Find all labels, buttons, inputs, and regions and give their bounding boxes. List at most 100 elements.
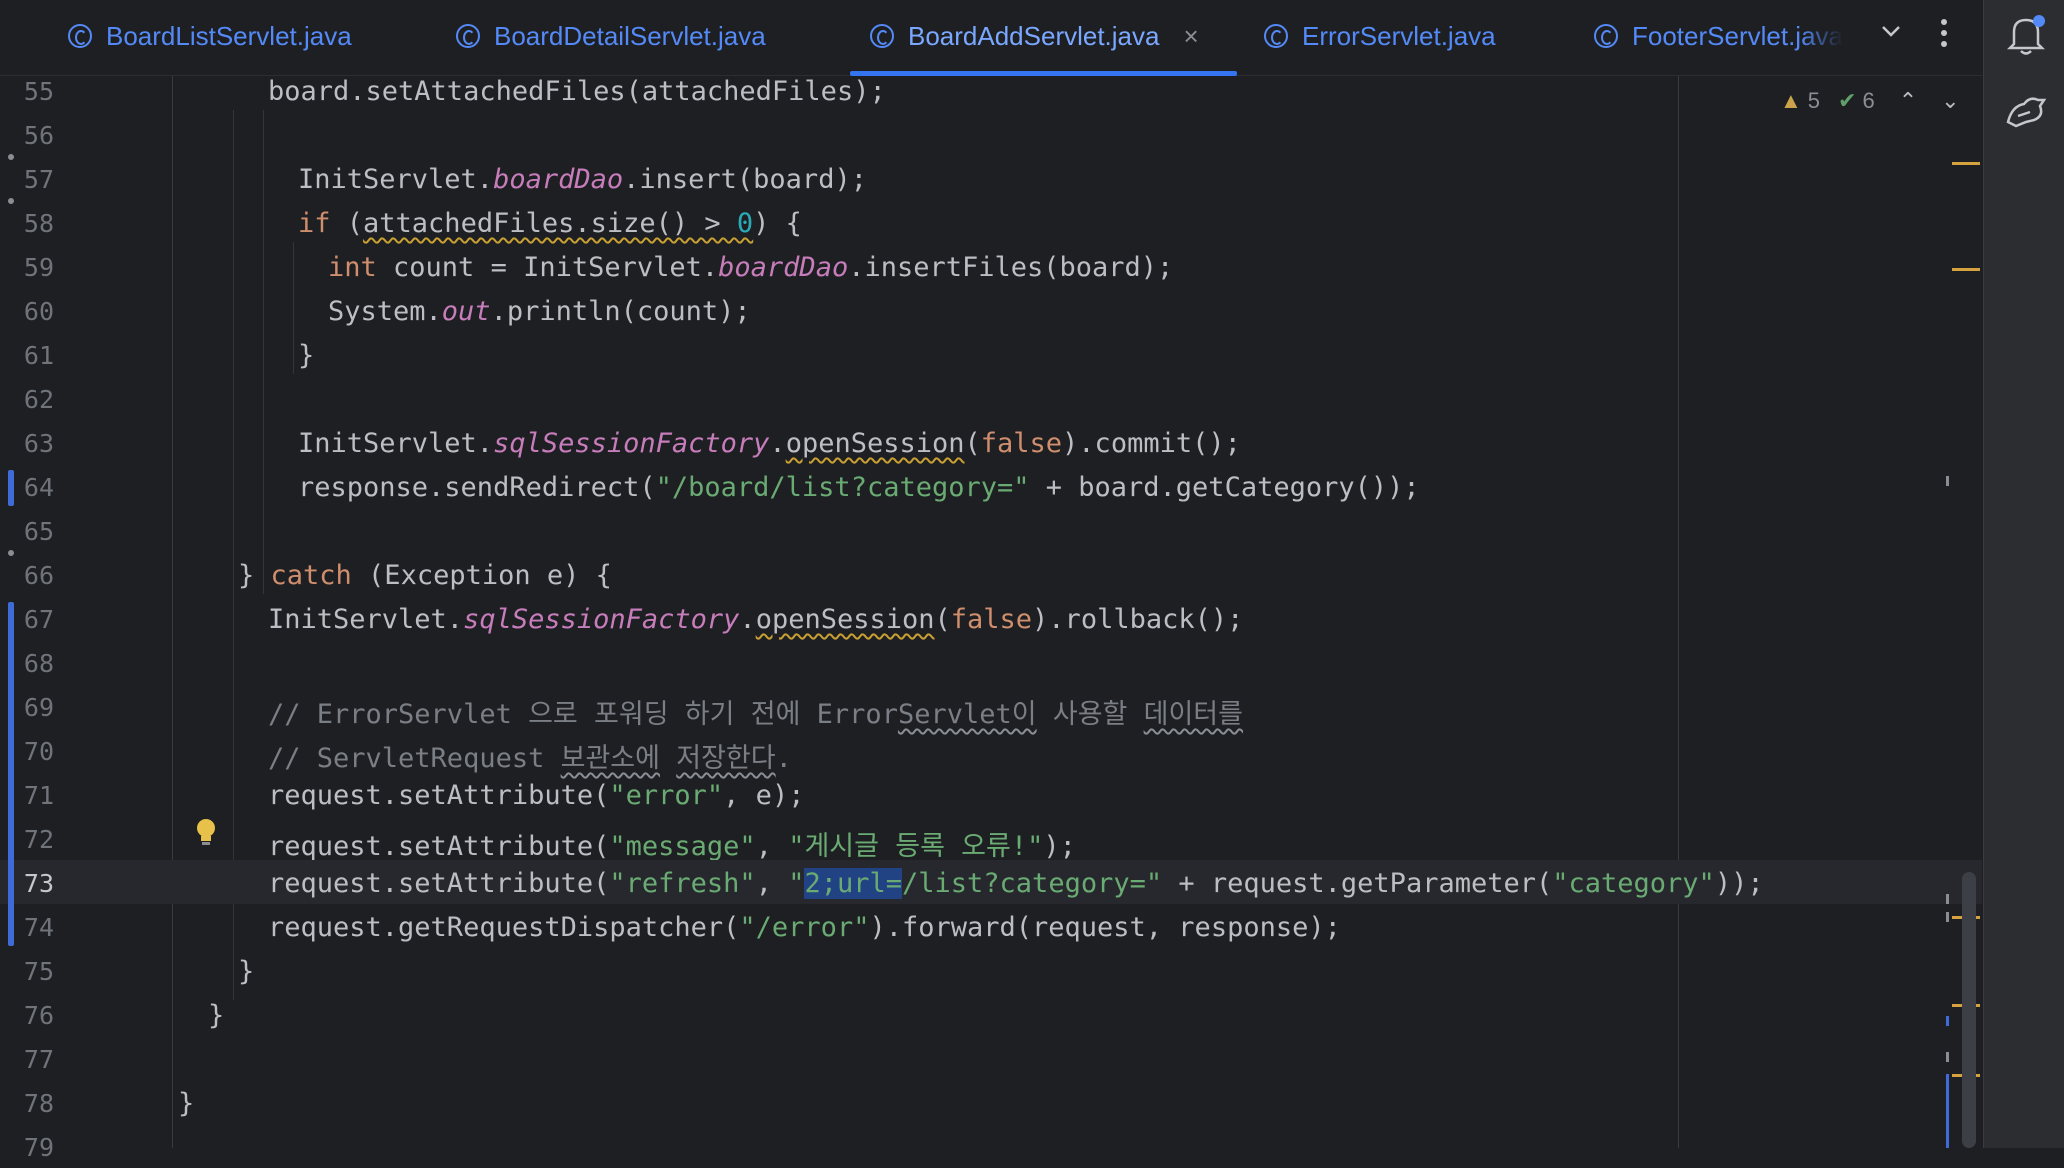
code-line[interactable]: 78 } (0, 1080, 1982, 1124)
chevron-down-icon[interactable]: ⌄ (1941, 88, 1959, 114)
chevron-down-icon[interactable] (1880, 20, 1902, 42)
stripe-tick (1946, 1052, 1949, 1062)
code-text: response.sendRedirect("/board/list?categ… (298, 472, 1420, 503)
code-line[interactable]: 71 request.setAttribute("error", e); (0, 772, 1982, 816)
stripe-tick (1946, 894, 1949, 904)
vcs-change-marker[interactable] (8, 602, 14, 946)
fold-dot[interactable] (8, 550, 14, 556)
check-icon: ✔ (1838, 88, 1857, 113)
line-number: 76 (23, 1001, 54, 1030)
code-text: System.out.println(count); (328, 296, 751, 327)
vertical-scrollbar-thumb[interactable] (1962, 872, 1976, 1148)
stripe-tick (1946, 476, 1949, 486)
code-line[interactable]: 61 } (0, 332, 1982, 376)
code-text: InitServlet.sqlSessionFactory.openSessio… (268, 604, 1244, 635)
code-text: } catch (Exception e) { (238, 560, 612, 591)
tab-label: ErrorServlet.java (1302, 20, 1496, 51)
code-text: int count = InitServlet.boardDao.insertF… (328, 252, 1174, 283)
line-number: 60 (23, 297, 54, 326)
line-number: 58 (23, 209, 54, 238)
fold-dot[interactable] (8, 198, 14, 204)
close-icon[interactable]: × (1183, 21, 1198, 52)
class-c-icon (1594, 24, 1618, 48)
code-line[interactable]: 76 } (0, 992, 1982, 1036)
line-number: 75 (23, 957, 54, 986)
class-c-icon (870, 24, 894, 48)
code-line[interactable]: 55 board.setAttachedFiles(attachedFiles)… (0, 68, 1982, 112)
fold-dot[interactable] (8, 154, 14, 160)
tab-errorservlet[interactable]: ErrorServlet.java (1264, 0, 1496, 72)
editor-tab-bar: BoardListServlet.java BoardDetailServlet… (0, 0, 1982, 76)
code-line[interactable]: 77 (0, 1036, 1982, 1080)
line-number: 59 (23, 253, 54, 282)
code-line[interactable]: 68 (0, 640, 1982, 684)
code-text: request.setAttribute("refresh", "2;url=/… (268, 868, 1764, 899)
code-line[interactable]: 63 InitServlet.sqlSessionFactory.openSes… (0, 420, 1982, 464)
stripe-tick (1946, 912, 1949, 922)
chevron-up-icon[interactable]: ⌃ (1899, 88, 1917, 114)
code-comment: // ErrorServlet 으로 포워딩 하기 전에 ErrorServle… (268, 699, 1243, 730)
code-line[interactable]: 69 // ErrorServlet 으로 포워딩 하기 전에 ErrorSer… (0, 684, 1982, 730)
code-line[interactable]: 79 (0, 1124, 1982, 1168)
weak-warning-count: 6 (1862, 88, 1875, 113)
tab-boarddetailservlet[interactable]: BoardDetailServlet.java (456, 0, 766, 72)
code-editor[interactable]: 55 board.setAttachedFiles(attachedFiles)… (0, 76, 1982, 1162)
lightbulb-icon[interactable] (194, 818, 218, 848)
code-line[interactable]: 75 } (0, 948, 1982, 992)
line-number: 78 (23, 1089, 54, 1118)
line-number: 57 (23, 165, 54, 194)
code-line[interactable]: 67 InitServlet.sqlSessionFactory.openSes… (0, 596, 1982, 640)
tab-label: BoardDetailServlet.java (494, 20, 766, 51)
class-c-icon (1264, 24, 1288, 48)
line-number: 77 (23, 1045, 54, 1074)
warning-stripe-marker[interactable] (1952, 162, 1980, 165)
code-text: request.setAttribute("error", e); (268, 780, 805, 811)
vcs-change-marker[interactable] (8, 470, 14, 506)
line-number: 65 (23, 517, 54, 546)
line-number: 56 (23, 121, 54, 150)
stripe-tick (1946, 1074, 1949, 1148)
stripe-tick (1946, 1016, 1949, 1026)
tab-footerservlet[interactable]: FooterServlet.java (1594, 0, 1856, 72)
warning-stripe-marker[interactable] (1952, 268, 1980, 271)
code-line[interactable]: 70 // ServletRequest 보관소에 저장한다. (0, 728, 1982, 774)
tab-label: BoardListServlet.java (106, 20, 352, 51)
code-line[interactable]: 66 } catch (Exception e) { (0, 552, 1982, 596)
code-text: InitServlet.sqlSessionFactory.openSessio… (298, 428, 1241, 459)
code-text: request.getRequestDispatcher("/error").f… (268, 912, 1341, 943)
code-line[interactable]: 57 InitServlet.boardDao.insert(board); (0, 156, 1982, 200)
inspection-widget[interactable]: ▲ 5 ✔ 6 ⌃ ⌄ (1780, 86, 1960, 116)
right-tool-strip (1983, 0, 2064, 1148)
more-vertical-icon[interactable] (1940, 18, 1948, 48)
tab-label: FooterServlet.java (1632, 20, 1843, 51)
code-line[interactable]: 62 (0, 376, 1982, 420)
notification-bell-icon[interactable] (2006, 12, 2046, 56)
tab-boardlistservlet[interactable]: BoardListServlet.java (68, 0, 352, 72)
line-number: 63 (23, 429, 54, 458)
code-text: if (attachedFiles.size() > 0) { (298, 208, 802, 239)
code-line[interactable]: 59 int count = InitServlet.boardDao.inse… (0, 244, 1982, 288)
tab-label: BoardAddServlet.java (908, 20, 1160, 51)
line-number: 61 (23, 341, 54, 370)
code-text: InitServlet.boardDao.insert(board); (298, 164, 867, 195)
class-c-icon (68, 24, 92, 48)
code-line[interactable]: 58 if (attachedFiles.size() > 0) { (0, 200, 1982, 244)
code-text: } (178, 1088, 195, 1119)
ai-assistant-icon[interactable] (2004, 92, 2048, 132)
code-line[interactable]: 56 (0, 112, 1982, 156)
code-line[interactable]: 72 request.setAttribute("message", "게시글 … (0, 816, 1982, 862)
code-text: board.setAttachedFiles(attachedFiles); (268, 76, 886, 107)
code-line[interactable]: 64 response.sendRedirect("/board/list?ca… (0, 464, 1982, 508)
code-text: } (238, 956, 255, 987)
code-line[interactable]: 65 (0, 508, 1982, 552)
class-c-icon (456, 24, 480, 48)
code-comment: // ServletRequest 보관소에 저장한다. (268, 743, 792, 774)
code-line[interactable]: 74 request.getRequestDispatcher("/error"… (0, 904, 1982, 948)
line-number: 55 (23, 77, 54, 106)
tab-boardaddservlet[interactable]: BoardAddServlet.java × (850, 0, 1237, 76)
code-text: request.setAttribute("message", "게시글 등록 … (268, 831, 1076, 862)
code-line[interactable]: 60 System.out.println(count); (0, 288, 1982, 332)
code-text: } (298, 340, 315, 371)
line-number: 66 (23, 561, 54, 590)
code-line-current[interactable]: 73 request.setAttribute("refresh", "2;ur… (0, 860, 1982, 904)
